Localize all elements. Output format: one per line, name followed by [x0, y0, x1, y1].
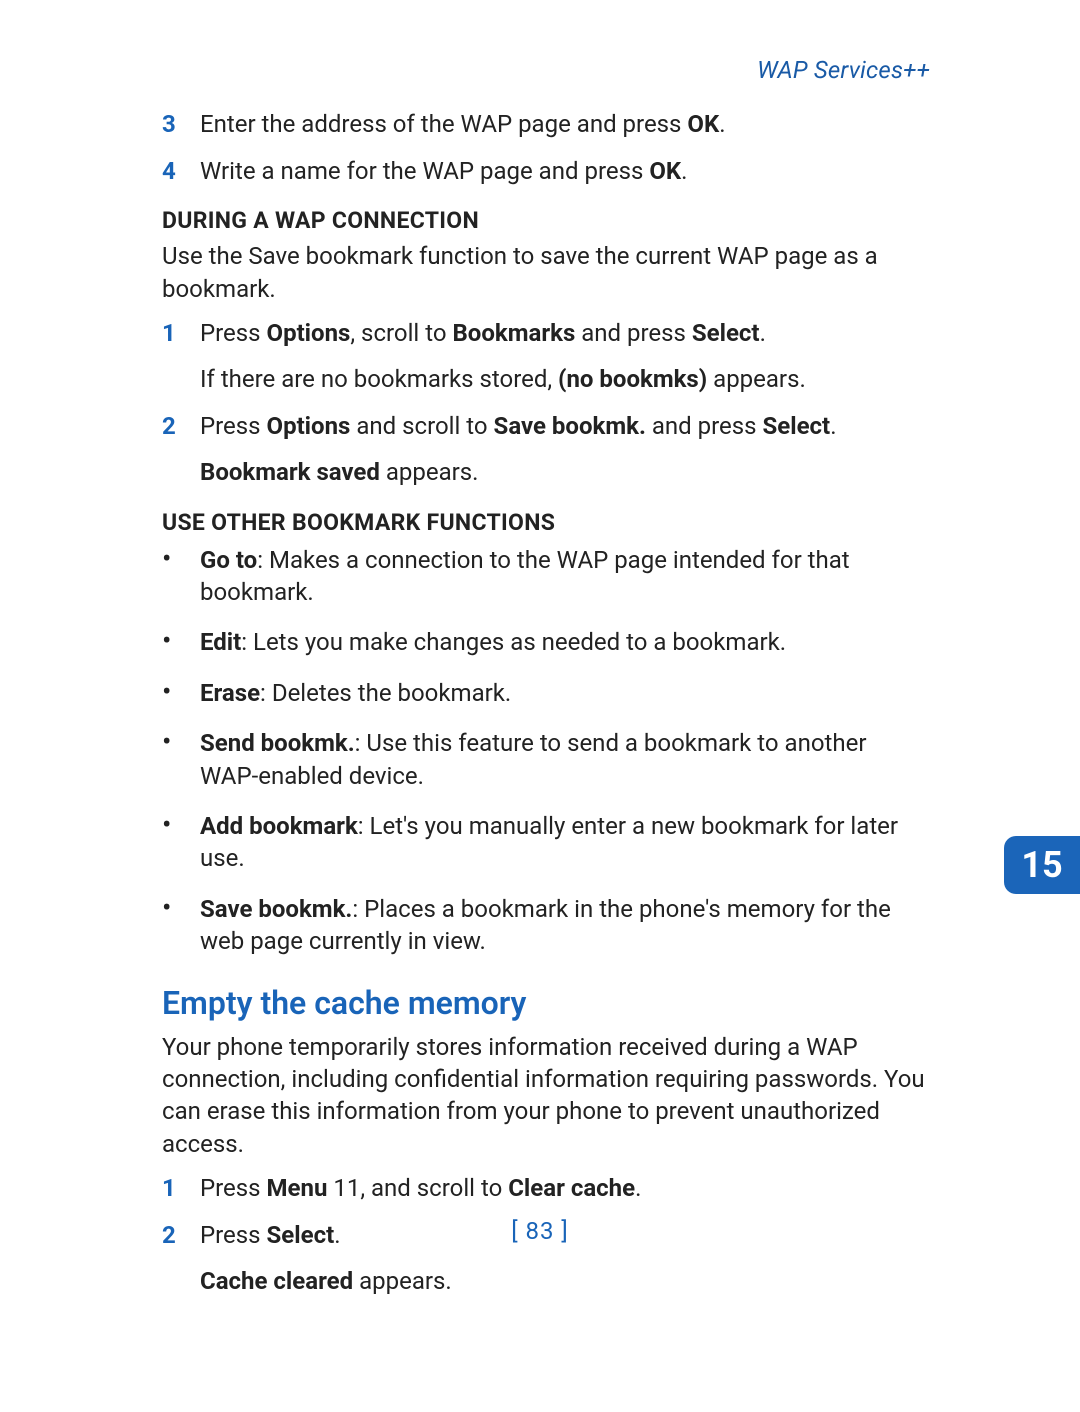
- document-page: WAP Services++ 3 Enter the address of th…: [0, 0, 1080, 1297]
- bullet-icon: •: [162, 626, 200, 658]
- list-item: • Erase: Deletes the bookmark.: [162, 677, 930, 709]
- bullet-text: Send bookmk.: Use this feature to send a…: [200, 727, 930, 792]
- page-number: [ 83 ]: [0, 1215, 1080, 1247]
- paragraph: Your phone temporarily stores informatio…: [162, 1031, 930, 1161]
- step-number: 2: [162, 410, 200, 442]
- list-item: 1 Press Menu 11, and scroll to Clear cac…: [162, 1172, 930, 1204]
- list-item: 4 Write a name for the WAP page and pres…: [162, 155, 930, 187]
- bullet-text: Edit: Lets you make changes as needed to…: [200, 626, 930, 658]
- bullet-icon: •: [162, 677, 200, 709]
- list-item: 2 Press Options and scroll to Save bookm…: [162, 410, 930, 442]
- intro-steps: 3 Enter the address of the WAP page and …: [162, 108, 930, 187]
- bullet-text: Save bookmk.: Places a bookmark in the p…: [200, 893, 930, 958]
- list-item: 3 Enter the address of the WAP page and …: [162, 108, 930, 140]
- bullet-icon: •: [162, 810, 200, 875]
- step-number: 3: [162, 108, 200, 140]
- step-number: 1: [162, 317, 200, 349]
- step-number: 4: [162, 155, 200, 187]
- during-connection-steps-cont: 2 Press Options and scroll to Save bookm…: [162, 410, 930, 442]
- list-item: • Go to: Makes a connection to the WAP p…: [162, 544, 930, 609]
- bullet-text: Erase: Deletes the bookmark.: [200, 677, 930, 709]
- bullet-icon: •: [162, 893, 200, 958]
- step-text: Enter the address of the WAP page and pr…: [200, 108, 930, 140]
- running-header: WAP Services++: [162, 54, 930, 86]
- during-connection-steps: 1 Press Options, scroll to Bookmarks and…: [162, 317, 930, 349]
- step-text: Press Menu 11, and scroll to Clear cache…: [200, 1172, 930, 1204]
- step-followup: Bookmark saved appears.: [200, 456, 930, 488]
- bullet-text: Add bookmark: Let's you manually enter a…: [200, 810, 930, 875]
- step-text: Press Options, scroll to Bookmarks and p…: [200, 317, 930, 349]
- paragraph: Use the Save bookmark function to save t…: [162, 240, 930, 305]
- list-item: • Send bookmk.: Use this feature to send…: [162, 727, 930, 792]
- step-text: Write a name for the WAP page and press …: [200, 155, 930, 187]
- bullet-text: Go to: Makes a connection to the WAP pag…: [200, 544, 930, 609]
- step-followup: Cache cleared appears.: [200, 1265, 930, 1297]
- step-number: 1: [162, 1172, 200, 1204]
- bookmark-functions-list: • Go to: Makes a connection to the WAP p…: [162, 544, 930, 958]
- list-item: • Edit: Lets you make changes as needed …: [162, 626, 930, 658]
- list-item: 1 Press Options, scroll to Bookmarks and…: [162, 317, 930, 349]
- section-title-empty-cache: Empty the cache memory: [162, 982, 930, 1025]
- bullet-icon: •: [162, 727, 200, 792]
- chapter-tab: 15: [1004, 836, 1080, 894]
- step-text: Press Options and scroll to Save bookmk.…: [200, 410, 930, 442]
- subheading-other-bookmark: USE OTHER BOOKMARK FUNCTIONS: [162, 507, 930, 538]
- list-item: • Save bookmk.: Places a bookmark in the…: [162, 893, 930, 958]
- bullet-icon: •: [162, 544, 200, 609]
- subheading-during-connection: DURING A WAP CONNECTION: [162, 205, 930, 236]
- step-followup: If there are no bookmarks stored, (no bo…: [200, 363, 930, 395]
- list-item: • Add bookmark: Let's you manually enter…: [162, 810, 930, 875]
